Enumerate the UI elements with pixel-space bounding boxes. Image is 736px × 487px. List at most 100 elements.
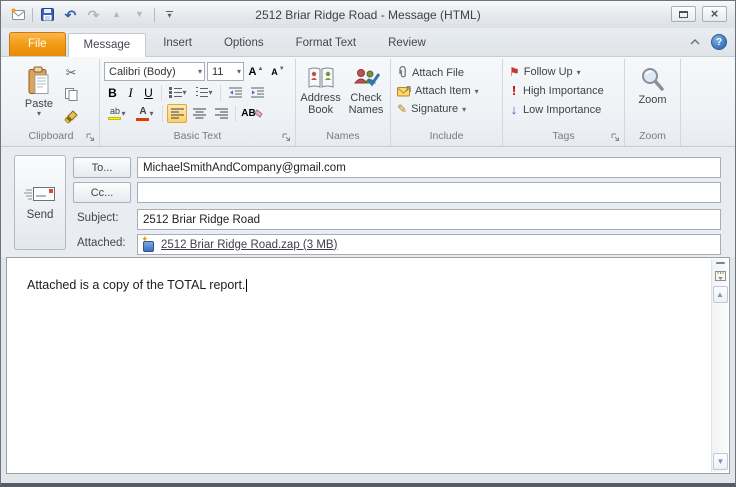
to-input[interactable]	[137, 157, 721, 178]
chevron-down-icon: ▾	[37, 110, 41, 117]
shrink-font-button[interactable]: A ▼	[268, 62, 288, 81]
group-label-names: Names	[296, 129, 390, 146]
grow-font-icon: A	[249, 66, 257, 78]
send-button[interactable]: Send	[14, 155, 66, 250]
decrease-indent-button[interactable]	[225, 83, 245, 102]
undo-button[interactable]: ↶	[61, 6, 80, 24]
group-label-include: Include	[391, 129, 502, 146]
down-arrow-icon: ▼	[279, 66, 285, 72]
signature-button[interactable]: ✎ Signature ▾	[395, 102, 498, 116]
message-icon	[8, 6, 27, 24]
scissors-icon: ✂	[66, 65, 77, 81]
attachment-link[interactable]: 2512 Briar Ridge Road.zap (3 MB)	[161, 239, 337, 251]
vertical-scrollbar[interactable]: ▲ ▼	[711, 259, 728, 472]
chevron-down-icon: ▾	[462, 106, 466, 113]
clear-formatting-button[interactable]: AB	[240, 104, 264, 123]
subject-input[interactable]	[137, 209, 721, 230]
divider	[220, 85, 221, 101]
message-body[interactable]: Attached is a copy of the TOTAL report. …	[6, 257, 730, 474]
scroll-down-button[interactable]: ▼	[713, 453, 728, 470]
font-name-combo[interactable]: Calibri (Body) ▾	[104, 62, 205, 81]
tab-insert[interactable]: Insert	[148, 32, 207, 56]
dialog-launcher-icon[interactable]	[86, 133, 96, 143]
collapse-ribbon-button[interactable]	[687, 34, 703, 50]
follow-up-button[interactable]: ⚑ Follow Up ▾	[507, 65, 620, 79]
underline-button[interactable]: U	[140, 83, 157, 102]
attachment-file-icon: ✦	[142, 238, 156, 252]
cc-button[interactable]: Cc...	[73, 182, 131, 203]
text-cursor	[246, 279, 247, 292]
chevron-down-icon: ▾	[233, 68, 241, 75]
italic-button[interactable]: I	[123, 83, 138, 102]
font-name-value: Calibri (Body)	[109, 66, 176, 78]
group-tags: ⚑ Follow Up ▾ ! High Importance ↓ Low Im…	[503, 59, 625, 146]
font-color-icon: A	[136, 107, 149, 121]
save-button[interactable]	[38, 6, 57, 24]
ruler-toggle-button[interactable]	[713, 268, 728, 284]
increase-indent-button[interactable]	[247, 83, 267, 102]
tab-format-text[interactable]: Format Text	[281, 32, 372, 56]
bold-button[interactable]: B	[104, 83, 121, 102]
chevron-down-icon: ▾	[149, 110, 153, 117]
tab-options[interactable]: Options	[209, 32, 279, 56]
numbering-button[interactable]: ▾	[192, 83, 216, 102]
window-controls: ×	[671, 6, 727, 22]
split-handle[interactable]	[716, 262, 725, 264]
group-names: Address Book Check Names Names	[296, 59, 391, 146]
grow-font-button[interactable]: A ▲	[246, 62, 266, 81]
font-color-button[interactable]: A ▾	[132, 104, 158, 123]
low-importance-button[interactable]: ↓ Low Importance	[507, 102, 620, 117]
tab-file[interactable]: File	[9, 32, 66, 56]
cut-button[interactable]: ✂	[61, 63, 81, 82]
copy-button[interactable]	[61, 85, 81, 104]
paste-button[interactable]: Paste ▾	[21, 62, 57, 129]
high-importance-button[interactable]: ! High Importance	[507, 83, 620, 98]
decrease-indent-icon	[229, 87, 242, 98]
text-highlight-button[interactable]: ab ▾	[104, 104, 130, 123]
align-center-button[interactable]	[189, 104, 209, 123]
subject-label: Subject:	[77, 212, 119, 224]
group-label-basic-text: Basic Text	[100, 129, 295, 146]
align-right-button[interactable]	[211, 104, 231, 123]
chevron-down-icon: ▾	[475, 88, 479, 95]
help-button[interactable]: ?	[711, 34, 727, 50]
restore-button[interactable]	[671, 6, 696, 22]
attached-field[interactable]: ✦ 2512 Briar Ridge Road.zap (3 MB)	[137, 234, 721, 255]
tab-review[interactable]: Review	[373, 32, 441, 56]
dialog-launcher-icon[interactable]	[282, 133, 292, 143]
previous-item-button[interactable]: ▲	[107, 6, 126, 24]
dialog-launcher-icon[interactable]	[611, 133, 621, 143]
message-header-pane: Send To... Cc... Subject: Attached: ✦ 25…	[1, 147, 735, 257]
align-left-button[interactable]	[167, 104, 187, 123]
ribbon: Paste ▾ ✂	[1, 57, 735, 147]
to-button[interactable]: To...	[73, 157, 131, 178]
tab-message[interactable]: Message	[68, 33, 147, 57]
font-size-combo[interactable]: 11 ▾	[207, 62, 244, 81]
format-painter-button[interactable]	[61, 107, 81, 126]
group-label-zoom: Zoom	[625, 129, 680, 146]
eraser-icon	[254, 109, 263, 118]
attach-file-label: Attach File	[412, 67, 464, 79]
zoom-button[interactable]: Zoom	[634, 62, 670, 129]
up-arrow-icon: ▲	[112, 10, 121, 19]
body-text-line: Attached is a copy of the TOTAL report.	[27, 278, 689, 292]
check-names-button[interactable]: Check Names	[345, 62, 388, 129]
scroll-up-button[interactable]: ▲	[713, 286, 728, 303]
close-button[interactable]: ×	[702, 6, 727, 22]
group-clipboard: Paste ▾ ✂	[3, 59, 100, 146]
low-importance-icon: ↓	[509, 103, 519, 116]
attach-item-button[interactable]: Attach Item ▾	[395, 84, 498, 98]
low-importance-label: Low Importance	[523, 104, 601, 116]
shrink-font-icon: A	[271, 67, 278, 77]
address-book-button[interactable]: Address Book	[299, 62, 343, 129]
high-importance-label: High Importance	[523, 85, 604, 97]
attach-item-icon	[397, 86, 411, 97]
redo-button[interactable]: ↷	[84, 6, 103, 24]
cc-input[interactable]	[137, 182, 721, 203]
address-book-icon	[307, 66, 335, 90]
ruler-toggle-icon	[714, 270, 727, 282]
bullets-button[interactable]: ▾	[166, 83, 190, 102]
font-size-value: 11	[212, 66, 223, 78]
zoom-label: Zoom	[638, 94, 666, 106]
attach-file-button[interactable]: Attach File	[395, 65, 498, 80]
